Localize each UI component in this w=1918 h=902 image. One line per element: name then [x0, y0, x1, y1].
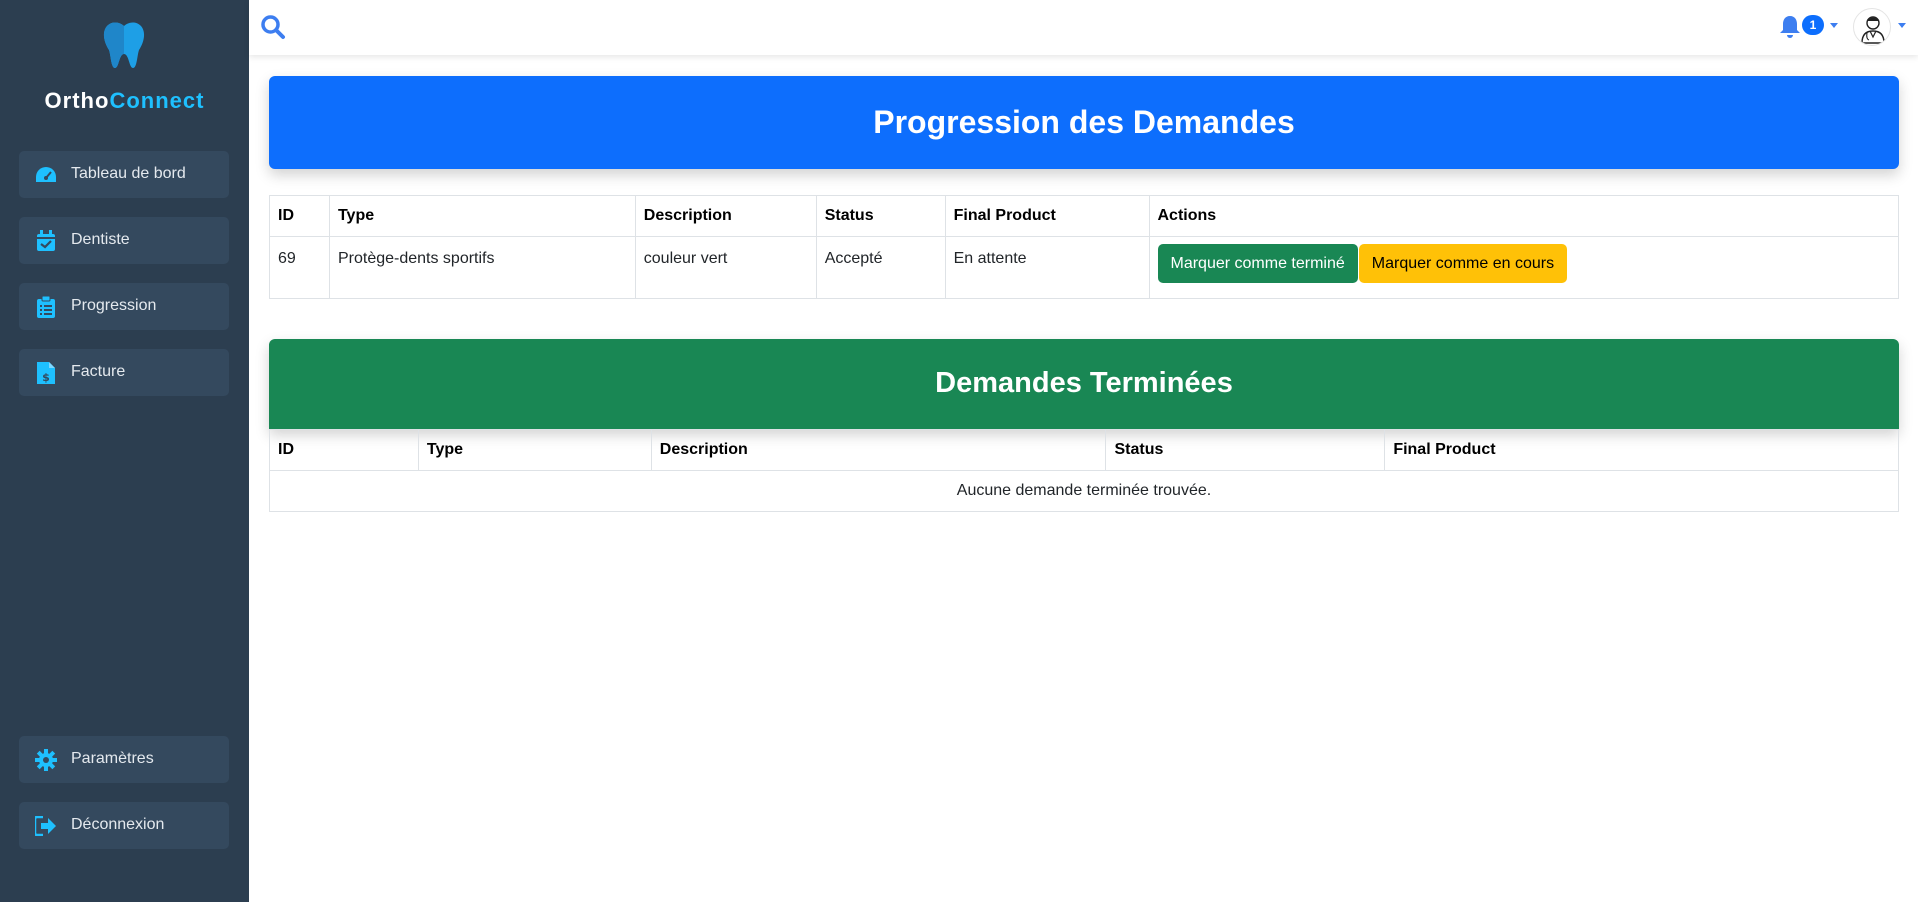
column-header-status: Status — [815, 195, 946, 237]
completed-table: ID Type Description Status Final Product… — [269, 429, 1899, 512]
column-header-actions: Actions — [1148, 195, 1899, 237]
table-header-row: ID Type Description Status Final Product… — [269, 195, 1899, 237]
mark-done-button[interactable]: Marquer comme terminé — [1157, 244, 1358, 283]
cell-type: Protège-dents sportifs — [328, 236, 636, 299]
column-header-final-product: Final Product — [1384, 429, 1899, 471]
svg-text:$: $ — [42, 371, 50, 384]
calendar-check-icon — [35, 230, 57, 252]
column-header-type: Type — [417, 429, 652, 471]
cell-description: couleur vert — [634, 236, 817, 299]
column-header-description: Description — [650, 429, 1107, 471]
cell-status: Accepté — [815, 236, 946, 299]
empty-message: Aucune demande terminée trouvée. — [269, 470, 1899, 512]
doctor-avatar-icon — [1861, 16, 1885, 44]
table-row: 69 Protège-dents sportifs couleur vert A… — [269, 236, 1899, 299]
sidebar-item-label: Déconnexion — [71, 816, 165, 833]
brand-name[interactable]: OrthoConnect — [0, 88, 249, 114]
cell-id: 69 — [269, 236, 330, 299]
column-header-id: ID — [269, 195, 330, 237]
search-icon[interactable] — [260, 14, 286, 40]
topbar: 1 — [249, 0, 1918, 55]
column-header-description: Description — [634, 195, 817, 237]
column-header-status: Status — [1105, 429, 1386, 471]
gear-icon — [35, 749, 57, 771]
notification-badge[interactable]: 1 — [1802, 15, 1824, 35]
avatar[interactable] — [1853, 8, 1891, 46]
sidebar-item-label: Facture — [71, 363, 126, 380]
sidebar-item-dentiste[interactable]: Dentiste — [19, 217, 229, 264]
sidebar-item-facture[interactable]: $ Facture — [19, 349, 229, 396]
brand-part1: Ortho — [44, 88, 110, 113]
profile-dropdown-caret-icon[interactable] — [1898, 23, 1906, 28]
gauge-icon — [35, 164, 57, 186]
sidebar-item-label: Paramètres — [71, 750, 154, 767]
table-header-row: ID Type Description Status Final Product — [269, 429, 1899, 471]
column-header-final-product: Final Product — [944, 195, 1150, 237]
logout-icon — [35, 815, 57, 837]
notification-dropdown-caret-icon[interactable] — [1830, 23, 1838, 28]
column-header-id: ID — [269, 429, 419, 471]
tooth-logo-icon — [103, 22, 145, 69]
mark-in-progress-button[interactable]: Marquer comme en cours — [1358, 244, 1568, 283]
sidebar-item-label: Dentiste — [71, 231, 130, 248]
sidebar-item-progression[interactable]: Progression — [19, 283, 229, 330]
progress-section-title: Progression des Demandes — [269, 76, 1899, 169]
clipboard-list-icon — [35, 296, 57, 318]
completed-section-title: Demandes Terminées — [269, 339, 1899, 429]
sidebar: OrthoConnect Tableau de bord Dentiste Pr… — [0, 0, 249, 902]
sidebar-item-label: Tableau de bord — [71, 165, 186, 182]
brand-part2: Connect — [109, 88, 205, 113]
empty-row: Aucune demande terminée trouvée. — [269, 470, 1899, 512]
progress-table: ID Type Description Status Final Product… — [269, 195, 1899, 299]
cell-final-product: En attente — [944, 236, 1150, 299]
sidebar-item-tableau-de-bord[interactable]: Tableau de bord — [19, 151, 229, 198]
sidebar-item-label: Progression — [71, 297, 157, 314]
cell-actions: Marquer comme terminé Marquer comme en co… — [1148, 236, 1899, 299]
column-header-type: Type — [328, 195, 636, 237]
invoice-dollar-icon: $ — [35, 362, 57, 384]
bell-icon[interactable] — [1778, 14, 1802, 40]
sidebar-item-deconnexion[interactable]: Déconnexion — [19, 802, 229, 849]
sidebar-item-parametres[interactable]: Paramètres — [19, 736, 229, 783]
